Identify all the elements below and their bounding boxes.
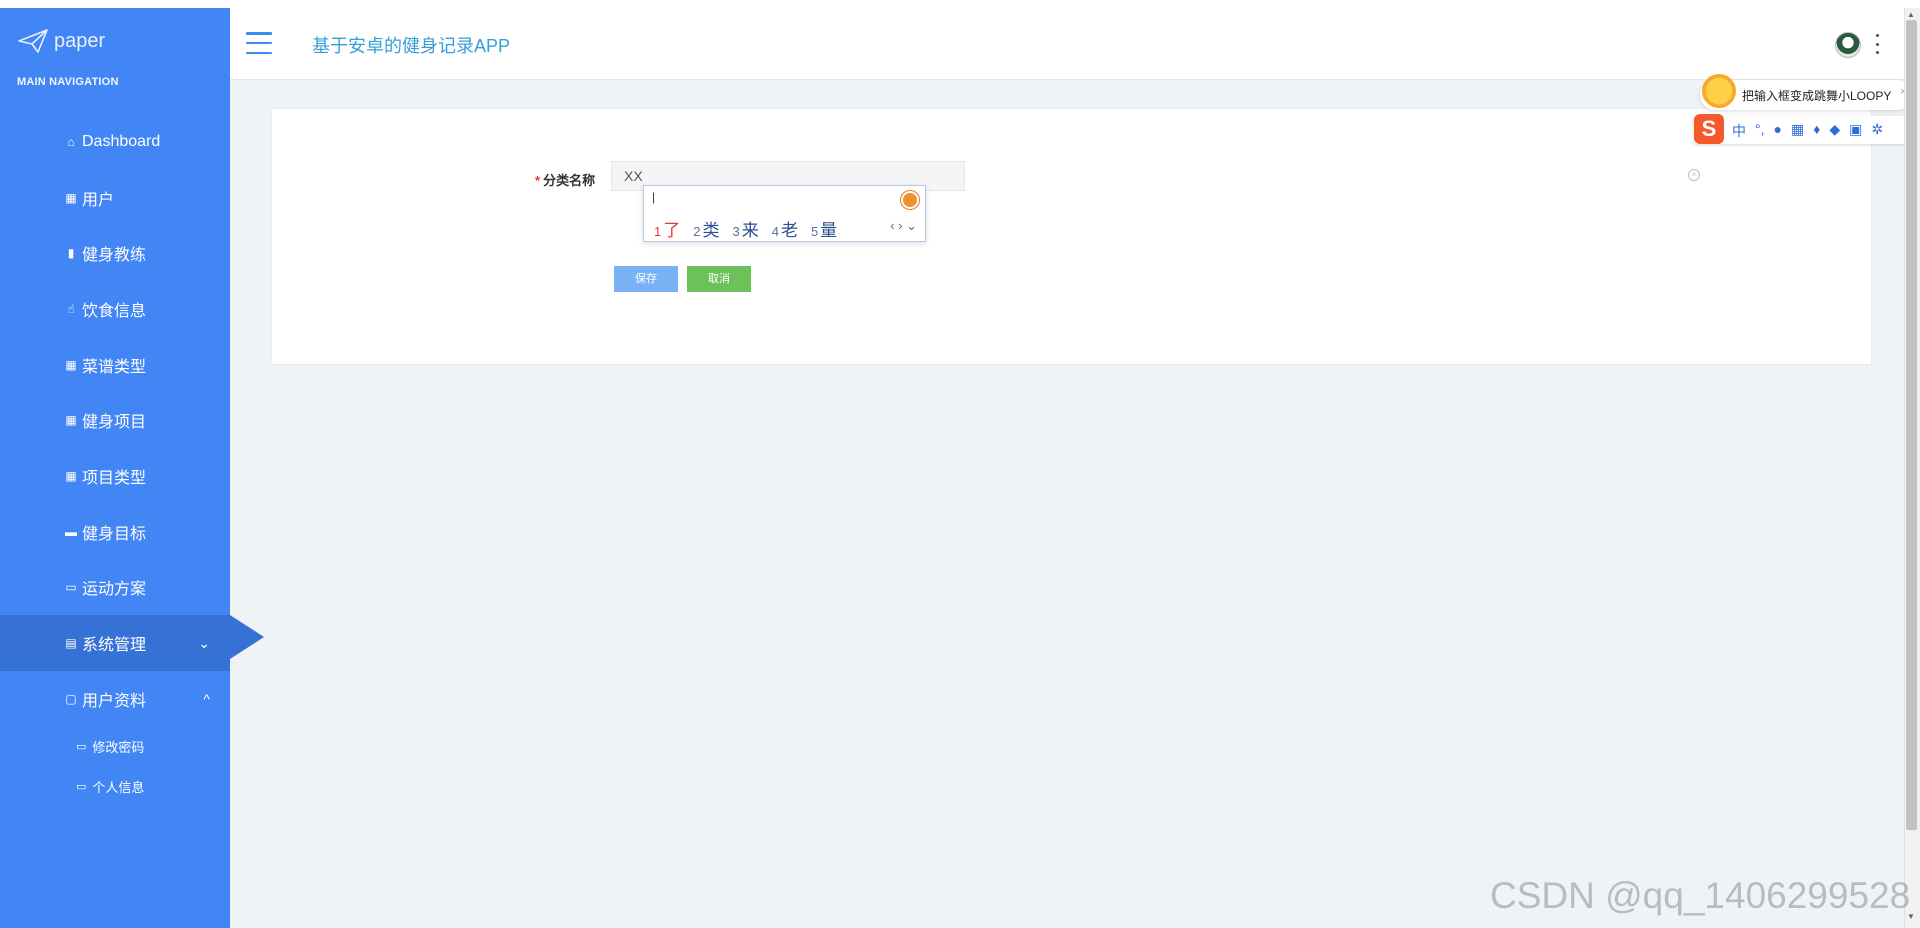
- keyboard-icon[interactable]: ▦: [1791, 121, 1804, 141]
- thumbs-up-icon: ☝: [67, 301, 75, 316]
- nav-section-title: MAIN NAVIGATION: [17, 76, 119, 88]
- more-options-icon[interactable]: [1874, 34, 1880, 54]
- required-mark: *: [535, 173, 541, 188]
- sidebar-item-exercise-plan[interactable]: ▭ 运动方案: [0, 560, 230, 616]
- paper-plane-icon: [18, 29, 48, 53]
- bar-chart-icon: ▮: [67, 246, 75, 261]
- grid-icon: ▦: [65, 413, 77, 428]
- sidebar-item-label: 健身教练: [82, 247, 147, 265]
- ime-candidate[interactable]: 3来: [732, 216, 758, 241]
- ime-candidate[interactable]: 1了: [654, 216, 680, 241]
- category-name-label: * 分类名称: [535, 170, 595, 189]
- form-card: * 分类名称 XX × 保存 取消: [271, 108, 1872, 365]
- logo[interactable]: paper: [18, 26, 105, 56]
- logo-text: paper: [54, 29, 106, 52]
- grid-icon: ▦: [65, 468, 77, 483]
- ime-candidate[interactable]: 5量: [811, 216, 837, 241]
- ime-candidate-popup: | 1了 2类 3来 4老 5量 ‹ › ⌄: [643, 185, 926, 242]
- sidebar-item-label: 运动方案: [82, 581, 147, 599]
- sidebar-item-fitness-goal[interactable]: ▬ 健身目标: [0, 504, 230, 560]
- watermark: CSDN @qq_1406299528: [1490, 875, 1911, 916]
- clear-icon[interactable]: ×: [1688, 169, 1700, 181]
- sidebar-item-label: 饮食信息: [82, 302, 147, 320]
- sidebar-item-label: 用户: [82, 191, 115, 209]
- sogou-tip-text[interactable]: 把输入框变成跳舞小LOOPY: [1742, 87, 1891, 104]
- ime-composition-cursor: |: [652, 190, 656, 204]
- sogou-mascot-icon: [901, 191, 919, 209]
- sidebar-item-label: 系统管理: [82, 637, 147, 655]
- sidebar-subitem-label: 个人信息: [92, 780, 145, 796]
- sidebar: paper MAIN NAVIGATION ⌂ Dashboard ▦ 用户 ▮…: [0, 8, 264, 928]
- app-title: 基于安卓的健身记录APP: [312, 36, 511, 56]
- sidebar-item-system-management[interactable]: ▤ 系统管理 ⌄: [0, 615, 264, 671]
- calendar-icon: ▢: [65, 691, 77, 706]
- chevron-down-icon: ⌄: [198, 634, 210, 651]
- ime-page-nav[interactable]: ‹ › ⌄: [890, 218, 917, 234]
- monitor-icon: ▬: [65, 524, 77, 539]
- settings-icon[interactable]: ✲: [1871, 121, 1883, 141]
- sidebar-item-label: Dashboard: [82, 132, 161, 150]
- sidebar-item-dashboard[interactable]: ⌂ Dashboard: [0, 114, 230, 170]
- top-header: 基于安卓的健身记录APP: [230, 8, 1904, 80]
- sidebar-item-recipe-type[interactable]: ▦ 菜谱类型: [0, 337, 230, 393]
- ime-candidate[interactable]: 2类: [693, 216, 719, 241]
- microphone-icon[interactable]: ●: [1774, 121, 1782, 141]
- sidebar-subitem-label: 修改密码: [92, 740, 145, 756]
- sidebar-item-label: 健身项目: [82, 414, 147, 432]
- chinese-mode-icon[interactable]: 中: [1732, 121, 1746, 141]
- scrollbar-thumb[interactable]: [1906, 20, 1917, 830]
- cancel-button[interactable]: 取消: [687, 266, 751, 292]
- nav-list: ⌂ Dashboard ▦ 用户 ▮ 健身教练 ☝ 饮食信息 ▦ 菜谱类型 ▦ …: [0, 114, 264, 807]
- sidebar-item-project-type[interactable]: ▦ 项目类型: [0, 448, 230, 504]
- sidebar-item-fitness-project[interactable]: ▦ 健身项目: [0, 392, 230, 448]
- sidebar-item-label: 项目类型: [82, 469, 147, 487]
- clipboard-icon: ▤: [65, 636, 77, 651]
- grid-icon: ▦: [65, 190, 77, 205]
- sidebar-item-user-profile[interactable]: ▢ 用户资料 ^: [0, 671, 230, 727]
- category-name-label-text: 分类名称: [543, 173, 596, 188]
- sidebar-subitem-change-password[interactable]: ▭ 修改密码: [0, 727, 230, 767]
- menu-toggle-icon[interactable]: [246, 32, 272, 54]
- gamepad-icon[interactable]: ◆: [1829, 121, 1840, 141]
- ime-candidate[interactable]: 4老: [772, 216, 798, 241]
- avatar[interactable]: [1835, 32, 1861, 58]
- folder-icon: ▭: [76, 741, 87, 754]
- sun-mascot-icon[interactable]: [1702, 74, 1736, 108]
- top-strip: [0, 0, 1920, 8]
- briefcase-icon: ▭: [65, 580, 77, 595]
- sidebar-item-coach[interactable]: ▮ 健身教练: [0, 225, 230, 281]
- sidebar-item-label: 用户资料: [82, 692, 147, 710]
- skin-icon[interactable]: ♦: [1813, 121, 1820, 141]
- sidebar-item-users[interactable]: ▦ 用户: [0, 170, 230, 226]
- toolbox-icon[interactable]: ▣: [1849, 121, 1862, 141]
- save-button[interactable]: 保存: [614, 266, 678, 292]
- home-icon: ⌂: [67, 134, 75, 149]
- sogou-logo-icon[interactable]: S: [1694, 114, 1724, 144]
- sidebar-item-label: 健身目标: [82, 525, 147, 543]
- sogou-toolbar-icons: 中 °, ● ▦ ♦ ◆ ▣ ✲: [1732, 121, 1883, 141]
- sidebar-item-label: 菜谱类型: [82, 358, 147, 376]
- punctuation-icon[interactable]: °,: [1755, 121, 1765, 141]
- scroll-up-icon[interactable]: ▲: [1907, 10, 1915, 19]
- ime-candidate-list: 1了 2类 3来 4老 5量: [654, 216, 837, 241]
- sidebar-item-diet[interactable]: ☝ 饮食信息: [0, 281, 230, 337]
- grid-icon: ▦: [65, 357, 77, 372]
- sidebar-subitem-personal-info[interactable]: ▭ 个人信息: [0, 767, 230, 807]
- folder-icon: ▭: [76, 781, 87, 794]
- chevron-up-icon: ^: [203, 690, 210, 707]
